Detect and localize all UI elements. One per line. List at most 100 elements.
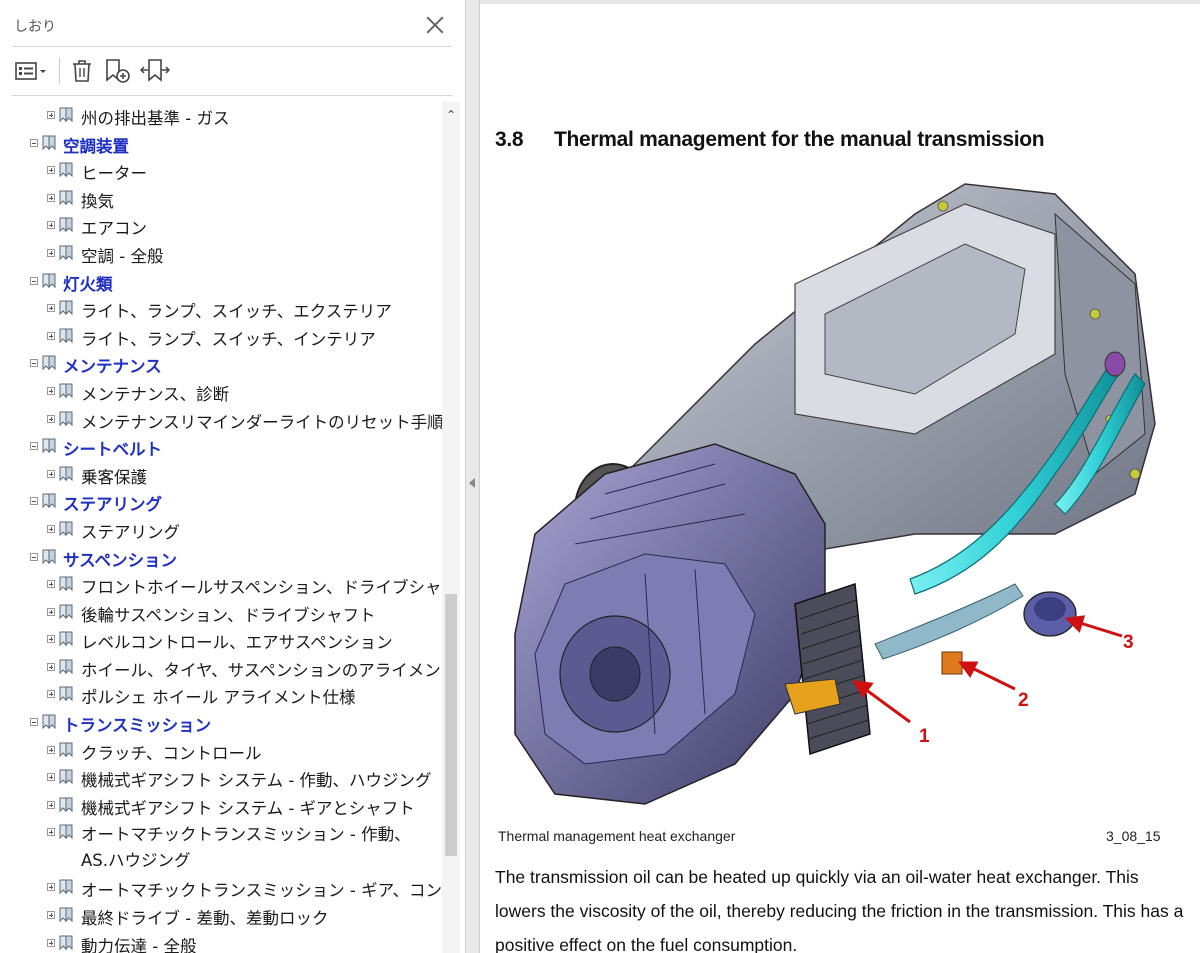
trash-icon[interactable] [70, 58, 94, 84]
bookmark-label: 灯火類 [63, 274, 113, 294]
bookmark-item[interactable]: ポルシェ ホイール アライメント仕様 [0, 681, 444, 709]
bookmark-item[interactable]: フロントホイールサスペンション、ドライブシャフト [0, 571, 444, 599]
expand-toggle-icon[interactable] [47, 580, 55, 589]
bookmark-item[interactable]: メンテナンスリマインダーライトのリセット手順 [0, 406, 444, 434]
expand-toggle-icon[interactable] [47, 469, 55, 478]
bookmark-icon [59, 521, 73, 537]
new-bookmark-icon[interactable] [104, 58, 132, 84]
bookmark-icon [42, 355, 56, 371]
bookmark-item[interactable]: 換気 [0, 185, 444, 213]
expand-bookmark-icon[interactable] [140, 58, 170, 84]
bookmark-item[interactable]: メンテナンス、診断 [0, 378, 444, 406]
bookmark-item[interactable]: ヒーター [0, 157, 444, 185]
bookmark-item[interactable]: 機械式ギアシフト システム - 作動、ハウジング [0, 764, 444, 792]
bookmark-label: トランスミッション [63, 716, 212, 736]
bookmark-label: ライト、ランプ、スイッチ、エクステリア [81, 302, 392, 322]
expand-toggle-icon[interactable] [47, 938, 55, 947]
bookmark-item[interactable]: 後輪サスペンション、ドライブシャフト [0, 599, 444, 627]
scroll-up-icon[interactable]: ⌃ [446, 108, 456, 122]
callout-2: 2 [1018, 690, 1029, 711]
bookmark-item[interactable]: 空調 - 全般 [0, 240, 444, 268]
expand-toggle-icon[interactable] [47, 635, 55, 644]
bookmark-item[interactable]: オートマチックトランスミッション - 作動、AS.ハウジング [0, 819, 444, 874]
bookmark-chapter[interactable]: トランスミッション [0, 709, 444, 737]
bookmark-item[interactable]: エアコン [0, 212, 444, 240]
bookmark-label: 空調装置 [63, 136, 129, 156]
bookmark-item[interactable]: オートマチックトランスミッション - ギア、コントロール [0, 874, 444, 902]
bookmark-label: 乗客保護 [81, 467, 147, 487]
bookmark-toolbar [0, 48, 466, 94]
list-options-icon[interactable] [14, 58, 50, 84]
bookmark-label: 後輪サスペンション、ドライブシャフト [81, 605, 376, 625]
expand-toggle-icon[interactable] [47, 773, 55, 782]
bookmark-label: オートマチックトランスミッション - 作動、AS.ハウジング [81, 825, 411, 871]
bookmark-item[interactable]: ホイール、タイヤ、サスペンションのアライメント [0, 654, 444, 682]
bookmark-item[interactable]: 乗客保護 [0, 461, 444, 489]
expand-toggle-icon[interactable] [47, 828, 55, 837]
expand-toggle-icon[interactable] [47, 800, 55, 809]
expand-toggle-icon[interactable] [47, 414, 55, 423]
expand-toggle-icon[interactable] [47, 166, 55, 175]
bookmark-item[interactable]: 州の排出基準 - ガス [0, 102, 444, 130]
bookmark-icon [59, 686, 73, 702]
expand-toggle-icon[interactable] [47, 248, 55, 257]
tree-scrollbar[interactable]: ⌃ [442, 102, 460, 953]
bookmark-chapter[interactable]: 灯火類 [0, 268, 444, 296]
expand-toggle-icon[interactable] [47, 690, 55, 699]
bookmark-chapter[interactable]: メンテナンス [0, 350, 444, 378]
expand-toggle-icon[interactable] [47, 386, 55, 395]
bookmark-icon [59, 604, 73, 620]
bookmark-chapter[interactable]: 空調装置 [0, 130, 444, 158]
bookmark-icon [42, 493, 56, 509]
collapse-arrow-icon[interactable] [469, 478, 475, 488]
expand-toggle-icon[interactable] [47, 524, 55, 533]
bookmark-item[interactable]: ライト、ランプ、スイッチ、エクステリア [0, 295, 444, 323]
bookmark-item[interactable]: ステアリング [0, 516, 444, 544]
collapse-toggle-icon[interactable] [30, 497, 38, 506]
expand-toggle-icon[interactable] [47, 607, 55, 616]
expand-toggle-icon[interactable] [47, 193, 55, 202]
collapse-toggle-icon[interactable] [30, 718, 38, 727]
expand-toggle-icon[interactable] [47, 221, 55, 230]
expand-toggle-icon[interactable] [47, 911, 55, 920]
collapse-toggle-icon[interactable] [30, 276, 38, 285]
close-icon[interactable] [424, 14, 446, 36]
bookmark-label: オートマチックトランスミッション - ギア、コントロール [81, 881, 444, 901]
collapse-toggle-icon[interactable] [30, 138, 38, 147]
bookmark-item[interactable]: ライト、ランプ、スイッチ、インテリア [0, 323, 444, 351]
bookmark-tree: 州の排出基準 - ガス空調装置 ヒーター 換気 エアコン空調 - 全般灯火類ライト、ラ… [0, 102, 444, 953]
scroll-thumb[interactable] [445, 594, 457, 856]
expand-toggle-icon[interactable] [47, 745, 55, 754]
bookmark-icon [59, 742, 73, 758]
bookmark-item[interactable]: クラッチ、コントロール [0, 737, 444, 765]
bookmark-icon [42, 549, 56, 565]
expand-toggle-icon[interactable] [47, 331, 55, 340]
bookmark-label: 空調 - 全般 [81, 246, 164, 266]
bookmark-item[interactable]: 動力伝達 - 全般 [0, 930, 444, 953]
collapse-toggle-icon[interactable] [30, 442, 38, 451]
panel-splitter[interactable] [466, 0, 480, 953]
bookmark-item[interactable]: レベルコントロール、エアサスペンション [0, 626, 444, 654]
bookmark-chapter[interactable]: シートベルト [0, 433, 444, 461]
divider [12, 95, 452, 96]
panel-title: しおり [14, 19, 56, 35]
bookmark-label: メンテナンスリマインダーライトのリセット手順 [81, 412, 444, 432]
bookmark-chapter[interactable]: ステアリング [0, 488, 444, 516]
bookmark-icon [59, 576, 73, 592]
toolbar-divider [59, 58, 60, 84]
expand-toggle-icon[interactable] [47, 304, 55, 313]
expand-toggle-icon[interactable] [47, 111, 55, 119]
section-number: 3.8 [495, 128, 524, 151]
bookmark-label: 動力伝達 - 全般 [81, 936, 197, 953]
collapse-toggle-icon[interactable] [30, 359, 38, 368]
expand-toggle-icon[interactable] [47, 662, 55, 671]
bookmark-item[interactable]: 最終ドライブ - 差動、差動ロック [0, 902, 444, 930]
bookmark-icon [59, 879, 73, 895]
bookmark-label: 最終ドライブ - 差動、差動ロック [81, 909, 329, 929]
bookmark-icon [59, 217, 73, 233]
collapse-toggle-icon[interactable] [30, 552, 38, 561]
expand-toggle-icon[interactable] [47, 883, 55, 892]
bookmark-chapter[interactable]: サスペンション [0, 544, 444, 572]
bookmark-label: フロントホイールサスペンション、ドライブシャフト [81, 578, 444, 598]
bookmark-item[interactable]: 機械式ギアシフト システム - ギアとシャフト [0, 792, 444, 820]
